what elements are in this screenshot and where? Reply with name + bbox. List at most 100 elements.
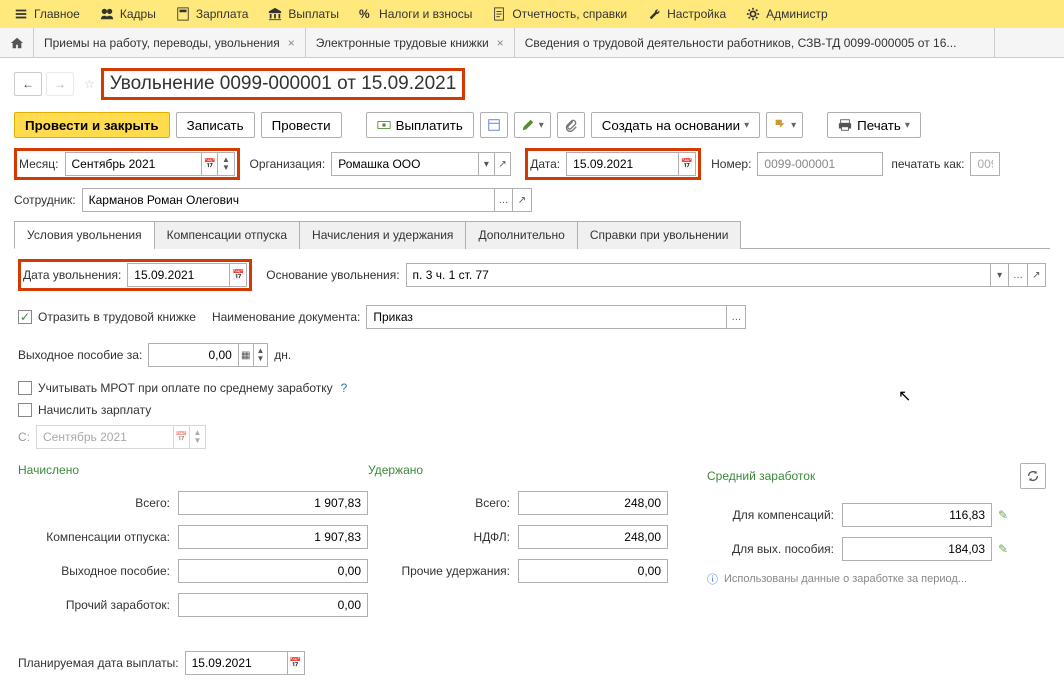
- vac-comp-input[interactable]: [179, 526, 367, 548]
- other-deduct-input[interactable]: [519, 560, 667, 582]
- month-input[interactable]: [66, 153, 202, 175]
- menu-payments[interactable]: Выплаты: [258, 0, 349, 28]
- card-icon: [487, 118, 501, 132]
- accrued-total-input[interactable]: [179, 492, 367, 514]
- menu-reports-label: Отчетность, справки: [512, 7, 627, 21]
- people-icon: [100, 7, 114, 21]
- employee-label: Сотрудник:: [14, 193, 76, 207]
- severance-days-input[interactable]: [149, 344, 238, 366]
- ndfl-label: НДФЛ:: [368, 530, 518, 544]
- number-input[interactable]: [758, 153, 882, 175]
- date-input[interactable]: [567, 153, 678, 175]
- menu-taxes[interactable]: % Налоги и взносы: [349, 0, 482, 28]
- forward-button[interactable]: →: [46, 72, 74, 96]
- plan-pay-label: Планируемая дата выплаты:: [18, 656, 179, 670]
- tab-hires[interactable]: Приемы на работу, переводы, увольнения ×: [34, 28, 306, 57]
- withheld-total-input[interactable]: [519, 492, 667, 514]
- open-icon[interactable]: ↗: [1027, 264, 1045, 286]
- favorite-icon[interactable]: ☆: [84, 77, 95, 91]
- printer-icon: [838, 118, 852, 132]
- menu-admin[interactable]: Администр: [736, 0, 837, 28]
- tab-vacation-comp[interactable]: Компенсации отпуска: [154, 221, 300, 249]
- pencil-icon: [521, 118, 535, 132]
- tab-etk[interactable]: Электронные трудовые книжки ×: [306, 28, 515, 57]
- create-based-button[interactable]: Создать на основании▾: [591, 112, 760, 138]
- plan-pay-input[interactable]: [186, 652, 287, 674]
- refresh-button[interactable]: [1020, 463, 1046, 489]
- calendar-icon[interactable]: 📅: [201, 153, 217, 175]
- transfer-button[interactable]: ▾: [766, 112, 803, 138]
- print-button[interactable]: Печать▾: [827, 112, 921, 138]
- save-button[interactable]: Записать: [176, 112, 255, 138]
- docname-input[interactable]: [367, 306, 726, 328]
- other-earn-input[interactable]: [179, 594, 367, 616]
- chevron-down-icon: ▾: [539, 120, 544, 131]
- calc-salary-checkbox[interactable]: [18, 403, 32, 417]
- calculator-icon[interactable]: ▦: [238, 344, 253, 366]
- attach-button[interactable]: [557, 112, 585, 138]
- withheld-total-label: Всего:: [368, 496, 518, 510]
- help-icon[interactable]: ?: [341, 381, 348, 395]
- severance-calc-input[interactable]: [179, 560, 367, 582]
- menu-reports[interactable]: Отчетность, справки: [482, 0, 637, 28]
- ellipsis-icon[interactable]: …: [494, 189, 512, 211]
- spinner-icon[interactable]: ▲▼: [253, 344, 268, 366]
- severance-calc-label: Выходное пособие:: [18, 564, 178, 578]
- open-icon[interactable]: ↗: [494, 153, 510, 175]
- for-sev-input[interactable]: [843, 538, 991, 560]
- severance-unit: дн.: [274, 348, 291, 362]
- back-button[interactable]: ←: [14, 72, 42, 96]
- spinner-icon[interactable]: ▲▼: [217, 153, 233, 175]
- employee-input[interactable]: [83, 189, 494, 211]
- menu-settings-label: Настройка: [667, 7, 726, 21]
- mrot-checkbox[interactable]: [18, 381, 32, 395]
- ndfl-input[interactable]: [519, 526, 667, 548]
- print-as-input[interactable]: [971, 153, 999, 175]
- pay-button[interactable]: Выплатить: [366, 112, 474, 138]
- menu-settings[interactable]: Настройка: [637, 0, 736, 28]
- calculations: Начислено Всего: Компенсации отпуска: Вы…: [0, 457, 1064, 633]
- tab-additional[interactable]: Дополнительно: [465, 221, 577, 249]
- cash-icon: [377, 118, 391, 132]
- card-button[interactable]: [480, 112, 508, 138]
- top-menu: Главное Кадры Зарплата Выплаты % Налоги …: [0, 0, 1064, 28]
- pay-label: Выплатить: [396, 118, 463, 133]
- post-close-button[interactable]: Провести и закрыть: [14, 112, 170, 138]
- other-earn-label: Прочий заработок:: [18, 598, 178, 612]
- reason-input[interactable]: [407, 264, 990, 286]
- reflect-checkbox[interactable]: [18, 310, 32, 324]
- post-button[interactable]: Провести: [261, 112, 342, 138]
- menu-salary[interactable]: Зарплата: [166, 0, 259, 28]
- tab-szvtd[interactable]: Сведения о трудовой деятельности работни…: [515, 28, 995, 57]
- pencil-icon[interactable]: ✎: [998, 508, 1008, 522]
- ellipsis-icon[interactable]: …: [1008, 264, 1026, 286]
- edit-button[interactable]: ▾: [514, 112, 551, 138]
- tab-accruals[interactable]: Начисления и удержания: [299, 221, 466, 249]
- ellipsis-icon[interactable]: …: [726, 306, 745, 328]
- accrued-heading: Начислено: [18, 463, 368, 477]
- close-icon[interactable]: ×: [288, 36, 295, 50]
- calendar-icon[interactable]: 📅: [287, 652, 304, 674]
- chevron-down-icon[interactable]: ▾: [478, 153, 494, 175]
- calendar-icon[interactable]: 📅: [678, 153, 695, 175]
- close-icon[interactable]: ×: [497, 36, 504, 50]
- org-input[interactable]: [332, 153, 477, 175]
- chevron-down-icon: ▾: [905, 120, 910, 131]
- reason-label: Основание увольнения:: [266, 268, 399, 282]
- tab-conditions[interactable]: Условия увольнения: [14, 221, 155, 249]
- form-tabs: Условия увольнения Компенсации отпуска Н…: [14, 220, 1050, 249]
- menu-main[interactable]: Главное: [4, 0, 90, 28]
- calendar-icon[interactable]: 📅: [229, 264, 246, 286]
- toolbar: Провести и закрыть Записать Провести Вып…: [0, 108, 1064, 148]
- chevron-down-icon[interactable]: ▾: [990, 264, 1008, 286]
- open-icon[interactable]: ↗: [512, 189, 530, 211]
- tab-certificates[interactable]: Справки при увольнении: [577, 221, 742, 249]
- menu-hr[interactable]: Кадры: [90, 0, 166, 28]
- dismiss-date-input[interactable]: [128, 264, 229, 286]
- bank-icon: [268, 7, 282, 21]
- vac-comp-label: Компенсации отпуска:: [18, 530, 178, 544]
- home-button[interactable]: [0, 28, 34, 57]
- for-comp-input[interactable]: [843, 504, 991, 526]
- pencil-icon[interactable]: ✎: [998, 542, 1008, 556]
- document-icon: [492, 7, 506, 21]
